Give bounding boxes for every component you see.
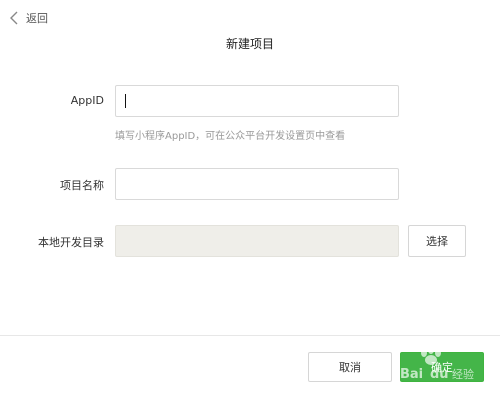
project-name-input[interactable] [115,168,399,200]
appid-label: AppID [70,94,104,107]
cancel-button[interactable]: 取消 [308,352,392,382]
back-label: 返回 [26,12,48,25]
appid-hint: 填写小程序AppID，可在公众平台开发设置页中查看 [115,131,346,142]
page-title: 新建项目 [225,37,274,51]
local-dir-label: 本地开发目录 [38,236,104,249]
local-dir-input [115,225,399,257]
appid-input[interactable] [115,85,399,117]
choose-directory-button[interactable]: 选择 [408,225,466,257]
svg-text:jingyan.baidu.com: jingyan.baidu.com [405,384,471,392]
back-button[interactable]: 返回 [8,10,48,26]
chevron-left-icon [10,11,18,25]
confirm-button[interactable]: 确定 [400,352,484,382]
text-caret [125,94,126,108]
footer-divider [0,335,500,336]
project-name-label: 项目名称 [60,179,104,192]
